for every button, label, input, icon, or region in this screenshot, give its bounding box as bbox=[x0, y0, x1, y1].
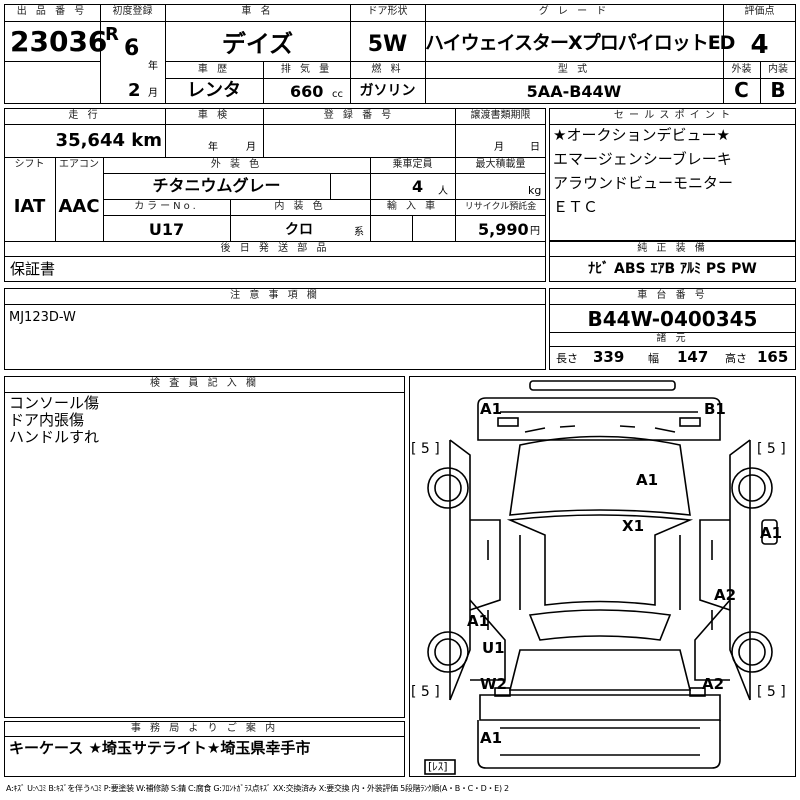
legend: A:ｷｽﾞ U:ﾍｺﾐ B:ｷｽﾞを伴うﾍｺﾐ P:要塗装 W:補修跡 S:錆 … bbox=[6, 784, 509, 793]
tire-rear-left: [ 5 ] bbox=[411, 684, 440, 700]
mark-right-rear: A2 bbox=[702, 675, 725, 693]
tire-front-left: [ 5 ] bbox=[411, 441, 440, 457]
mark-left-rear: W2 bbox=[480, 675, 507, 693]
car-diagram bbox=[424, 380, 778, 775]
mark-left-rear-door: A1 bbox=[467, 612, 490, 630]
mark-right-fender: A1 bbox=[760, 524, 783, 542]
spare-tire: [ﾚｽ] bbox=[428, 760, 448, 773]
tire-rear-right: [ 5 ] bbox=[757, 684, 786, 700]
mark-left-quarter: U1 bbox=[482, 639, 505, 657]
mark-hood: A1 bbox=[636, 471, 659, 489]
mark-front-right: B1 bbox=[704, 400, 726, 418]
mark-roof: X1 bbox=[622, 517, 645, 535]
mark-front-left: A1 bbox=[480, 400, 503, 418]
mark-rear-bumper: A1 bbox=[480, 729, 503, 747]
tire-front-right: [ 5 ] bbox=[757, 441, 786, 457]
mark-right-side: A2 bbox=[714, 586, 737, 604]
